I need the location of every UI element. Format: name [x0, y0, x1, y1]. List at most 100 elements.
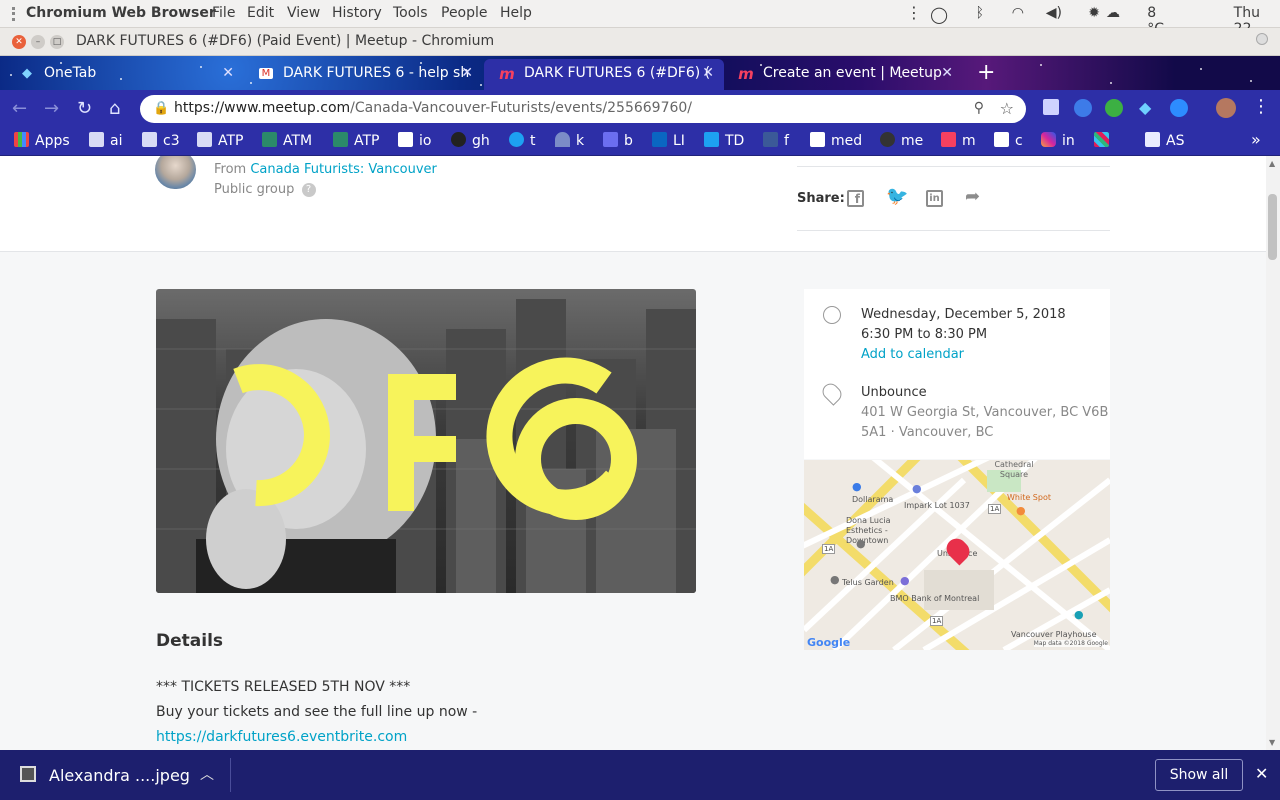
show-all-button[interactable]: Show all: [1155, 759, 1243, 791]
parking-pin-icon[interactable]: ●: [912, 482, 922, 495]
bookmark-star-icon[interactable]: ☆: [1000, 99, 1014, 118]
close-tab-icon[interactable]: ✕: [702, 59, 714, 87]
venue-map[interactable]: Cathedral Square Dollarama ● White Spot …: [804, 460, 1110, 650]
scrollbar-thumb[interactable]: [1268, 194, 1277, 260]
more-bookmarks-icon[interactable]: »: [1251, 130, 1261, 149]
bookmark-li[interactable]: LI: [652, 132, 685, 149]
zoom-icon[interactable]: ⚲: [974, 100, 984, 116]
event-hero-image: [156, 289, 696, 593]
menu-tools[interactable]: Tools: [393, 5, 428, 21]
menu-file[interactable]: File: [212, 5, 235, 21]
restaurant-pin-icon[interactable]: ●: [1016, 504, 1026, 517]
group-from-line: From Canada Futurists: Vancouver: [214, 162, 437, 177]
add-to-calendar-link[interactable]: Add to calendar: [861, 345, 1066, 365]
address-bar[interactable]: 🔒 https://www.meetup.com/Canada-Vancouve…: [140, 95, 1026, 123]
bookmark-c[interactable]: c: [994, 132, 1023, 149]
bookmark-as[interactable]: AS: [1145, 132, 1184, 149]
tab-meetup-event[interactable]: m DARK FUTURES 6 (#DF6) ( ✕: [484, 59, 724, 90]
bookmark-atp-2[interactable]: ATP: [333, 132, 379, 149]
extension-s-icon[interactable]: [1105, 99, 1123, 117]
bookmark-ai[interactable]: ai: [89, 132, 122, 149]
window-menu-icon[interactable]: [1256, 33, 1268, 45]
forward-icon[interactable]: →: [44, 98, 59, 119]
scroll-up-icon[interactable]: ▲: [1269, 159, 1275, 168]
back-icon[interactable]: ←: [12, 98, 27, 119]
scroll-down-icon[interactable]: ▼: [1269, 738, 1275, 747]
help-icon[interactable]: ?: [301, 183, 316, 197]
facebook-share-icon[interactable]: f: [847, 190, 864, 207]
volume-icon[interactable]: ◀): [1046, 5, 1062, 21]
wifi-icon[interactable]: ◠: [1012, 5, 1024, 21]
bookmark-b[interactable]: b: [603, 132, 633, 149]
details-line: *** TICKETS RELEASED 5TH NOV ***: [156, 679, 411, 695]
tab-gmail[interactable]: M DARK FUTURES 6 - help sh ✕: [243, 59, 483, 90]
extension-download-icon[interactable]: [1043, 99, 1059, 115]
bookmark-me[interactable]: me: [880, 132, 923, 149]
details-line: Buy your tickets and see the full line u…: [156, 704, 478, 720]
extension-zoom-icon[interactable]: [1170, 99, 1188, 117]
shopping-pin-icon[interactable]: ●: [852, 480, 862, 493]
venue-name[interactable]: Unbounce: [861, 383, 1108, 403]
menu-history[interactable]: History: [332, 5, 382, 21]
bookmark-f[interactable]: f: [763, 132, 789, 149]
tab-create-event[interactable]: m Create an event | Meetup ✕: [723, 59, 963, 90]
bookmark-m[interactable]: m: [941, 132, 976, 149]
profile-avatar[interactable]: [1216, 98, 1236, 118]
bookmark-slack[interactable]: [1094, 132, 1115, 149]
spa-pin-icon[interactable]: ●: [856, 537, 866, 550]
bookmark-gh[interactable]: gh: [451, 132, 490, 149]
bookmark-t[interactable]: t: [509, 132, 536, 149]
home-icon[interactable]: ⌂: [109, 98, 120, 119]
bookmark-k[interactable]: k: [555, 132, 584, 149]
linkedin-share-icon[interactable]: in: [926, 190, 943, 207]
url-text[interactable]: https://www.meetup.com/Canada-Vancouver-…: [174, 100, 692, 116]
bulb-icon[interactable]: ◯: [930, 5, 948, 24]
bookmark-in[interactable]: in: [1041, 132, 1075, 149]
extension-check-icon[interactable]: [1074, 99, 1092, 117]
group-link[interactable]: Canada Futurists: Vancouver: [250, 162, 437, 177]
place-pin-icon[interactable]: ●: [830, 573, 840, 586]
settings-icon[interactable]: ✹: [1088, 5, 1100, 21]
close-download-shelf-icon[interactable]: ✕: [1255, 764, 1268, 783]
new-tab-icon[interactable]: +: [977, 60, 995, 85]
bookmark-c3[interactable]: c3: [142, 132, 180, 149]
menu-people[interactable]: People: [441, 5, 488, 21]
menu-edit[interactable]: Edit: [247, 5, 274, 21]
close-tab-icon[interactable]: ✕: [941, 59, 953, 87]
folder-icon: [142, 132, 157, 147]
page-scrollbar[interactable]: ▲ ▼: [1266, 156, 1280, 750]
reload-icon[interactable]: ↻: [77, 98, 92, 119]
bluetooth-icon[interactable]: ᛒ: [976, 5, 984, 21]
visibility-label: Public group: [214, 182, 295, 197]
lock-icon[interactable]: 🔒: [153, 101, 169, 116]
minimize-window-icon[interactable]: –: [31, 35, 45, 49]
twitter-share-icon[interactable]: 🐦: [886, 186, 908, 207]
organizer-avatar[interactable]: [155, 156, 196, 189]
tab-onetab[interactable]: ◆ OneTab ✕: [4, 59, 244, 90]
bookmark-apps[interactable]: Apps: [14, 132, 70, 149]
download-filename[interactable]: Alexandra ....jpeg: [49, 766, 190, 785]
bookmark-td[interactable]: TD: [704, 132, 744, 149]
forward-share-icon[interactable]: ➦: [965, 186, 980, 207]
maximize-window-icon[interactable]: □: [50, 35, 64, 49]
bookmark-io[interactable]: io: [398, 132, 431, 149]
bank-pin-icon[interactable]: ●: [900, 574, 910, 587]
weather-icon[interactable]: ☁: [1106, 5, 1120, 21]
chrome-menu-icon[interactable]: ⋮: [1252, 96, 1270, 117]
close-tab-icon[interactable]: ✕: [461, 59, 473, 87]
bookmark-atp[interactable]: ATP: [197, 132, 243, 149]
menu-view[interactable]: View: [287, 5, 320, 21]
theater-pin-icon[interactable]: ●: [1074, 608, 1084, 621]
road-shield: 1A: [988, 504, 1002, 514]
menu-help[interactable]: Help: [500, 5, 532, 21]
bookmark-atm[interactable]: ATM: [262, 132, 312, 149]
chevron-up-icon[interactable]: ︿: [200, 764, 214, 784]
close-window-icon[interactable]: ✕: [12, 35, 26, 49]
meetup-icon: m: [499, 65, 515, 83]
close-tab-icon[interactable]: ✕: [222, 59, 234, 87]
tab-strip: ◆ OneTab ✕ M DARK FUTURES 6 - help sh ✕ …: [0, 56, 1280, 90]
eventbrite-link[interactable]: https://darkfutures6.eventbrite.com: [156, 725, 477, 750]
bookmark-med[interactable]: med: [810, 132, 862, 149]
extension-diamond-icon[interactable]: ◆: [1139, 98, 1151, 117]
site-icon: [398, 132, 413, 147]
